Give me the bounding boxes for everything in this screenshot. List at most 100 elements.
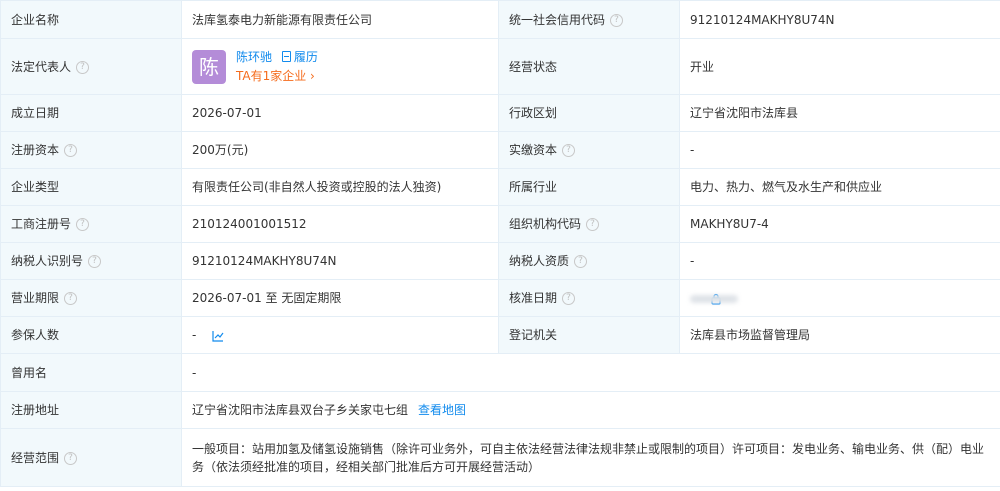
biz-scope-value: 一般项目：站用加氢及储氢设施销售（除许可业务外，可自主依法经营法律法规非禁止或限… bbox=[181, 428, 1000, 487]
company-name-label: 企业名称 bbox=[0, 0, 182, 39]
paid-capital-value: - bbox=[679, 131, 1000, 169]
row-taxpayer: 纳税人识别号? 91210124MAKHY8U74N 纳税人资质? - bbox=[0, 242, 1000, 280]
question-circle-icon[interactable]: ? bbox=[562, 144, 576, 157]
biz-reg-no-label-text: 工商注册号 bbox=[11, 217, 72, 231]
question-circle-icon[interactable]: ? bbox=[64, 144, 78, 157]
credit-code-label-text: 统一社会信用代码 bbox=[509, 12, 606, 27]
company-type-value: 有限责任公司(非自然人投资或控股的法人独资) bbox=[181, 168, 499, 206]
row-biz-scope: 经营范围? 一般项目：站用加氢及储氢设施销售（除许可业务外，可自主依法经营法律法… bbox=[0, 428, 1000, 487]
related-companies-link[interactable]: TA有1家企业 › bbox=[236, 67, 318, 85]
question-circle-icon[interactable]: ? bbox=[88, 255, 102, 268]
biz-scope-text: 一般项目：站用加氢及储氢设施销售（除许可业务外，可自主依法经营法律法规非禁止或限… bbox=[192, 441, 985, 474]
reg-authority-value: 法库县市场监督管理局 bbox=[679, 316, 1000, 354]
taxpayer-qual-text: - bbox=[690, 254, 695, 268]
industry-label: 所属行业 bbox=[498, 168, 680, 206]
legal-rep-value: 陈 陈环驰 履历 TA有1家企业 › bbox=[181, 38, 499, 95]
industry-label-text: 所属行业 bbox=[509, 180, 558, 194]
question-circle-icon[interactable]: ? bbox=[76, 218, 90, 231]
admin-region-value: 辽宁省沈阳市法库县 bbox=[679, 94, 1000, 132]
question-circle-icon[interactable]: ? bbox=[574, 255, 588, 268]
biz-status-value: 开业 bbox=[679, 38, 1000, 95]
question-circle-icon[interactable]: ? bbox=[586, 218, 600, 231]
taxpayer-id-label-text: 纳税人识别号 bbox=[11, 254, 84, 268]
credit-code-text: 91210124MAKHY8U74N bbox=[690, 12, 835, 27]
question-circle-icon[interactable]: ? bbox=[610, 13, 624, 27]
paid-capital-text: - bbox=[690, 143, 695, 157]
company-info-table: 企业名称 法库氢泰电力新能源有限责任公司 统一社会信用代码? 91210124M… bbox=[0, 0, 1000, 487]
insured-value: - bbox=[181, 316, 499, 354]
row-insured: 参保人数 - 登记机关 法库县市场监督管理局 bbox=[0, 316, 1000, 354]
line-chart-icon[interactable] bbox=[212, 330, 224, 342]
row-capital: 注册资本? 200万(元) 实缴资本? - bbox=[0, 131, 1000, 169]
org-code-label-text: 组织机构代码 bbox=[509, 217, 582, 231]
org-code-text: MAKHY8U7-4 bbox=[690, 217, 769, 231]
document-icon bbox=[281, 51, 291, 62]
reg-address-value: 辽宁省沈阳市法库县双台子乡关家屯七组 查看地图 bbox=[181, 391, 1000, 429]
est-date-label: 成立日期 bbox=[0, 94, 182, 132]
row-company-name: 企业名称 法库氢泰电力新能源有限责任公司 统一社会信用代码? 91210124M… bbox=[0, 0, 1000, 39]
company-name-label-text: 企业名称 bbox=[11, 12, 60, 27]
reg-authority-label-text: 登记机关 bbox=[509, 328, 558, 342]
view-map-link[interactable]: 查看地图 bbox=[418, 403, 466, 417]
legal-rep-label: 法定代表人? bbox=[0, 38, 182, 95]
biz-term-value: 2026-07-01 至 无固定期限 bbox=[181, 279, 499, 317]
credit-code-label: 统一社会信用代码? bbox=[498, 0, 680, 39]
biz-status-text: 开业 bbox=[690, 59, 715, 74]
reg-capital-value: 200万(元) bbox=[181, 131, 499, 169]
former-name-text: - bbox=[192, 365, 197, 380]
admin-region-text: 辽宁省沈阳市法库县 bbox=[690, 106, 799, 120]
reg-capital-text: 200万(元) bbox=[192, 143, 249, 157]
row-reg-address: 注册地址 辽宁省沈阳市法库县双台子乡关家屯七组 查看地图 bbox=[0, 391, 1000, 429]
approve-date-label-text: 核准日期 bbox=[509, 291, 558, 305]
question-circle-icon[interactable]: ? bbox=[64, 451, 78, 465]
legal-rep-name-link[interactable]: 陈环驰 bbox=[236, 50, 272, 64]
legal-rep-name-line: 陈环驰 履历 bbox=[236, 48, 318, 66]
insured-text: - bbox=[192, 328, 197, 342]
former-name-value: - bbox=[181, 353, 1000, 392]
reg-address-label: 注册地址 bbox=[0, 391, 182, 429]
biz-status-label: 经营状态 bbox=[498, 38, 680, 95]
biz-scope-label: 经营范围? bbox=[0, 428, 182, 487]
est-date-label-text: 成立日期 bbox=[11, 106, 60, 120]
reg-authority-label: 登记机关 bbox=[498, 316, 680, 354]
biz-reg-no-text: 210124001001512 bbox=[192, 217, 307, 231]
biz-term-label-text: 营业期限 bbox=[11, 291, 60, 305]
credit-code-value: 91210124MAKHY8U74N bbox=[679, 0, 1000, 39]
org-code-label: 组织机构代码? bbox=[498, 205, 680, 243]
company-type-label: 企业类型 bbox=[0, 168, 182, 206]
industry-value: 电力、热力、燃气及水生产和供应业 bbox=[679, 168, 1000, 206]
question-circle-icon[interactable]: ? bbox=[562, 292, 576, 305]
reg-authority-text: 法库县市场监督管理局 bbox=[690, 328, 811, 342]
company-name-text: 法库氢泰电力新能源有限责任公司 bbox=[192, 12, 373, 27]
approve-date-value bbox=[679, 279, 1000, 317]
paid-capital-label-text: 实缴资本 bbox=[509, 143, 558, 157]
former-name-label-text: 曾用名 bbox=[11, 365, 48, 380]
taxpayer-id-value: 91210124MAKHY8U74N bbox=[181, 242, 499, 280]
resume-label: 履历 bbox=[293, 50, 318, 64]
biz-scope-label-text: 经营范围 bbox=[11, 450, 60, 465]
company-type-text: 有限责任公司(非自然人投资或控股的法人独资) bbox=[192, 180, 442, 194]
question-circle-icon[interactable]: ? bbox=[64, 292, 78, 305]
biz-reg-no-label: 工商注册号? bbox=[0, 205, 182, 243]
reg-capital-label: 注册资本? bbox=[0, 131, 182, 169]
est-date-value: 2026-07-01 bbox=[181, 94, 499, 132]
row-est-date: 成立日期 2026-07-01 行政区划 辽宁省沈阳市法库县 bbox=[0, 94, 1000, 132]
admin-region-label-text: 行政区划 bbox=[509, 106, 558, 120]
avatar[interactable]: 陈 bbox=[192, 49, 226, 84]
question-circle-icon[interactable]: ? bbox=[76, 60, 90, 74]
insured-label: 参保人数 bbox=[0, 316, 182, 354]
row-reg-no: 工商注册号? 210124001001512 组织机构代码? MAKHY8U7-… bbox=[0, 205, 1000, 243]
legal-rep-info: 陈环驰 履历 TA有1家企业 › bbox=[236, 48, 318, 85]
former-name-label: 曾用名 bbox=[0, 353, 182, 392]
row-former-name: 曾用名 - bbox=[0, 353, 1000, 392]
resume-link[interactable]: 履历 bbox=[281, 50, 318, 64]
approve-date-label: 核准日期? bbox=[498, 279, 680, 317]
biz-status-label-text: 经营状态 bbox=[509, 59, 558, 74]
company-type-label-text: 企业类型 bbox=[11, 180, 60, 194]
org-code-value: MAKHY8U7-4 bbox=[679, 205, 1000, 243]
legal-rep-label-text: 法定代表人 bbox=[11, 59, 72, 74]
biz-term-text: 2026-07-01 至 无固定期限 bbox=[192, 291, 342, 305]
insured-label-text: 参保人数 bbox=[11, 328, 60, 342]
taxpayer-qual-label: 纳税人资质? bbox=[498, 242, 680, 280]
taxpayer-id-text: 91210124MAKHY8U74N bbox=[192, 254, 337, 268]
